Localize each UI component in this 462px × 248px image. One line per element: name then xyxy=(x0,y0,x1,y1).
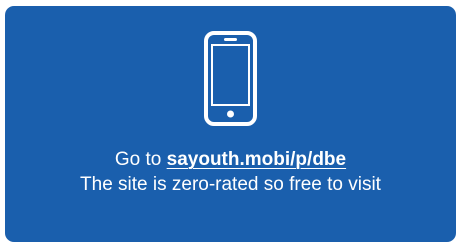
instruction-prefix: Go to xyxy=(114,149,167,170)
info-card: Go to sayouth.mobi/p/dbe The site is zer… xyxy=(5,6,456,242)
site-link[interactable]: sayouth.mobi/p/dbe xyxy=(167,149,346,170)
smartphone-icon xyxy=(204,31,257,126)
instruction-line: Go to sayouth.mobi/p/dbe xyxy=(5,148,456,172)
zero-rated-note: The site is zero-rated so free to visit xyxy=(80,174,381,195)
